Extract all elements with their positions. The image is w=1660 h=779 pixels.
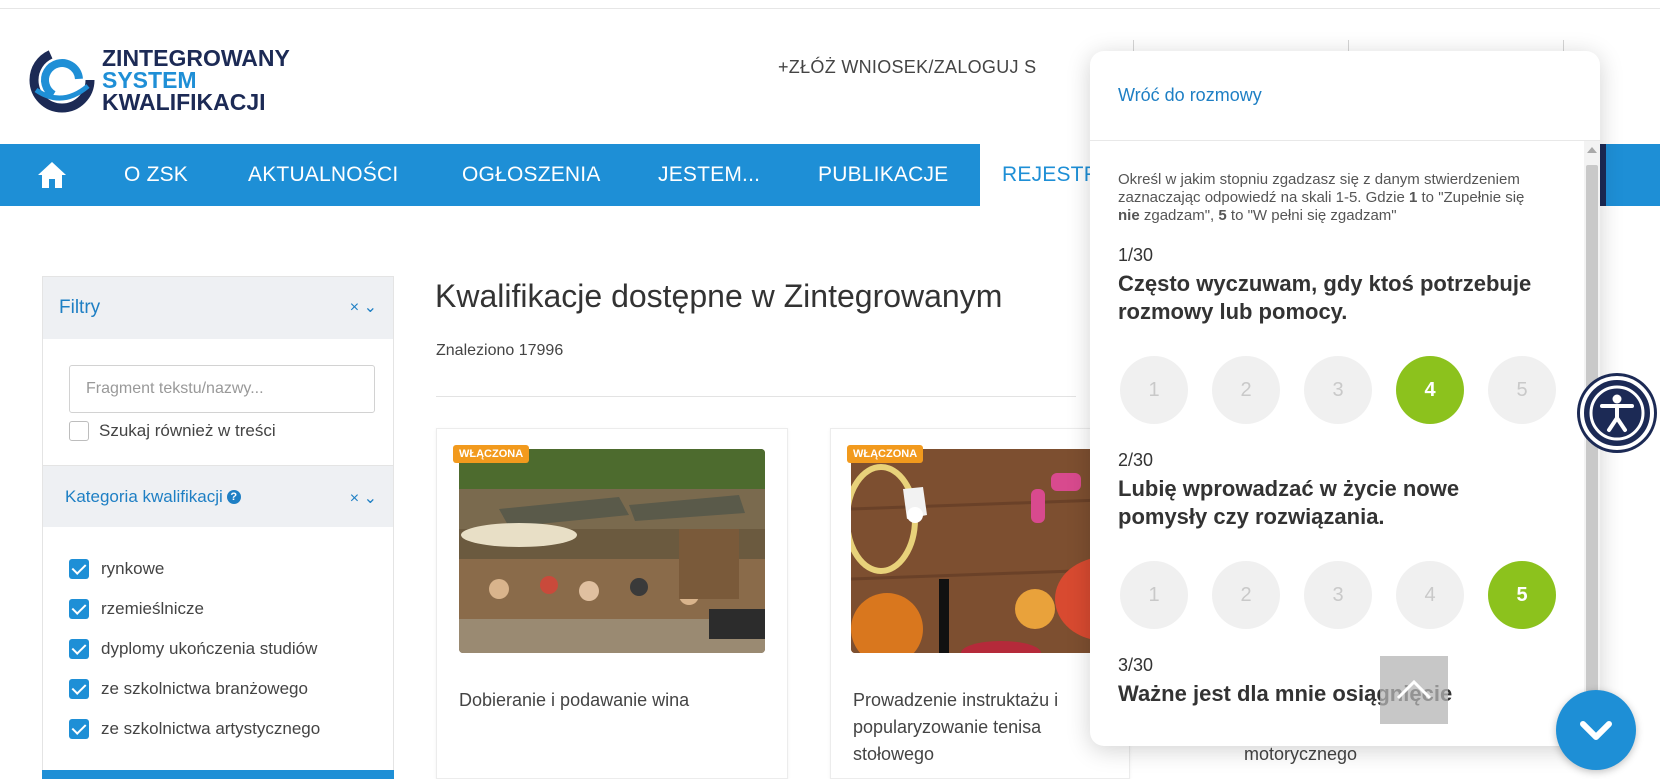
- category-item-branzowe[interactable]: ze szkolnictwa branżowego: [69, 669, 393, 709]
- help-icon[interactable]: ?: [226, 489, 241, 504]
- scale-option-2[interactable]: 2: [1212, 356, 1280, 424]
- checkbox-checked[interactable]: [69, 679, 89, 699]
- scale-option-1[interactable]: 1: [1120, 356, 1188, 424]
- scale-option-1[interactable]: 1: [1120, 561, 1188, 629]
- status-badge: WŁĄCZONA: [847, 445, 924, 463]
- answer-scale: 1 2 3 4 5: [1120, 561, 1584, 629]
- checkbox-checked[interactable]: [69, 719, 89, 739]
- scale-option-3[interactable]: 3: [1304, 356, 1372, 424]
- filters-title: Filtry: [59, 297, 101, 318]
- chevron-up-icon: [1396, 679, 1432, 700]
- category-item-dyplomy[interactable]: dyplomy ukończenia studiów: [69, 629, 393, 669]
- nav-item-publikacje[interactable]: PUBLIKACJE: [818, 144, 948, 206]
- question-number: 3/30: [1118, 655, 1154, 675]
- question-text: Często wyczuwam, gdy ktoś potrzebuje roz…: [1118, 271, 1532, 324]
- nav-item-jestem[interactable]: JESTEM...: [658, 144, 760, 206]
- checkbox-checked[interactable]: [69, 599, 89, 619]
- top-divider: [0, 8, 1660, 9]
- logo-line-2: SYSTEM: [102, 67, 197, 93]
- nav-item-o-zsk[interactable]: O ZSK: [124, 144, 188, 206]
- back-to-conversation-link[interactable]: Wróć do rozmowy: [1118, 85, 1262, 106]
- hidden-card-title-fragment: motorycznego: [1244, 744, 1358, 764]
- status-badge: WŁĄCZONA: [453, 445, 530, 463]
- scroll-to-top-button[interactable]: [1380, 656, 1448, 724]
- scale-option-4[interactable]: 4: [1396, 561, 1464, 629]
- apply-login-link[interactable]: +ZŁÓŻ WNIOSEK/ZALOGUJ S: [778, 57, 1036, 78]
- question-text: Lubię wprowadzać w życie nowe pomysły cz…: [1118, 476, 1460, 529]
- category-title: Kategoria kwalifikacji: [65, 486, 223, 506]
- scroll-up-arrow-icon[interactable]: [1587, 147, 1597, 153]
- search-in-content-label: Szukaj również w treści: [99, 421, 276, 440]
- category-label: dyplomy ukończenia studiów: [101, 639, 318, 658]
- accessibility-icon[interactable]: [1580, 376, 1654, 450]
- search-in-content-checkbox[interactable]: Szukaj również w treści: [69, 421, 393, 441]
- chevron-down-icon: [1580, 721, 1612, 740]
- results-count: Znaleziono 17996: [436, 342, 564, 359]
- category-item-rynkowe[interactable]: rynkowe: [69, 549, 393, 589]
- card-title[interactable]: Prowadzenie instruktażu i popularyzowani…: [853, 687, 1103, 768]
- checkbox-unchecked[interactable]: [69, 421, 89, 441]
- page-title: Kwalifikacje dostępne w Zintegrowanym: [435, 278, 1003, 314]
- chat-panel: Wróć do rozmowy Określ w jakim stopniu z…: [1090, 51, 1600, 746]
- category-label: rzemieślnicze: [101, 599, 204, 618]
- category-label: ze szkolnictwa artystycznego: [101, 719, 321, 738]
- question-number: 1/30: [1118, 245, 1154, 265]
- logo-line-3: KWALIFIKACJI: [102, 89, 266, 115]
- answer-scale: 1 2 3 4 5: [1120, 356, 1584, 424]
- category-list: rynkowe rzemieślnicze dyplomy ukończenia…: [43, 549, 393, 749]
- card-title[interactable]: Dobieranie i podawanie wina: [459, 687, 769, 714]
- category-collapse-controls[interactable]: × ⌄: [350, 488, 377, 508]
- question-text: Ważne jest dla mnie osiągnięcie: [1118, 681, 1453, 706]
- content-divider: [436, 396, 1076, 397]
- filters-bottom-bar[interactable]: [42, 770, 394, 779]
- question-number: 2/30: [1118, 450, 1154, 470]
- nav-item-aktualnosci[interactable]: AKTUALNOŚCI: [248, 144, 398, 206]
- logo-text: ZINTEGROWANY SYSTEM KWALIFIKACJI: [102, 45, 290, 115]
- scale-option-5[interactable]: 5: [1488, 356, 1556, 424]
- filters-header[interactable]: Filtry × ⌄: [43, 277, 393, 339]
- chat-header: Wróć do rozmowy: [1090, 51, 1600, 141]
- nav-item-ogloszenia[interactable]: OGŁOSZENIA: [462, 144, 601, 206]
- filters-collapse-controls[interactable]: × ⌄: [350, 297, 377, 317]
- scale-option-2[interactable]: 2: [1212, 561, 1280, 629]
- checkbox-checked[interactable]: [69, 559, 89, 579]
- chat-toggle-button[interactable]: [1556, 690, 1636, 770]
- scale-option-3[interactable]: 3: [1304, 561, 1372, 629]
- filters-panel: Filtry × ⌄ Fragment tekstu/nazwy... Szuk…: [42, 276, 394, 779]
- sports-equipment-image: [851, 449, 1129, 653]
- zsk-logo[interactable]: ZINTEGROWANY SYSTEM KWALIFIKACJI: [28, 40, 328, 120]
- category-filter-header[interactable]: Kategoria kwalifikacji? × ⌄: [43, 465, 393, 527]
- home-icon[interactable]: [36, 160, 68, 190]
- qualification-card[interactable]: WŁĄCZONA Prowadzenie instruktażu i popul…: [830, 428, 1130, 779]
- survey-instruction: Określ w jakim stopniu zgadzasz się z da…: [1118, 171, 1525, 224]
- cafe-image: [459, 449, 765, 653]
- category-item-rzemieslnicze[interactable]: rzemieślnicze: [69, 589, 393, 629]
- qualification-card[interactable]: WŁĄCZONA Dobieranie i podawanie wina: [436, 428, 788, 779]
- category-item-artystyczne[interactable]: ze szkolnictwa artystycznego: [69, 709, 393, 749]
- search-input[interactable]: Fragment tekstu/nazwy...: [69, 365, 375, 413]
- category-label: rynkowe: [101, 559, 165, 578]
- logo-line-1: ZINTEGROWANY: [102, 45, 290, 71]
- checkbox-checked[interactable]: [69, 639, 89, 659]
- zsk-logo-icon: [29, 47, 95, 113]
- chat-body: Określ w jakim stopniu zgadzasz się z da…: [1090, 141, 1584, 746]
- scale-option-5-selected[interactable]: 5: [1488, 561, 1556, 629]
- category-label: ze szkolnictwa branżowego: [101, 679, 308, 698]
- scale-option-4-selected[interactable]: 4: [1396, 356, 1464, 424]
